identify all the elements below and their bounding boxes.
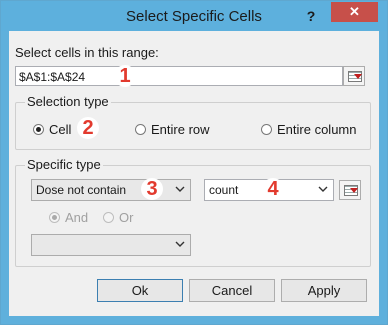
help-icon[interactable]: ? <box>303 7 319 25</box>
selection-type-title: Selection type <box>25 94 111 109</box>
radio-entire-row[interactable] <box>135 124 146 135</box>
radio-entire-column[interactable] <box>261 124 272 135</box>
specific-type-title: Specific type <box>25 157 103 172</box>
range-input[interactable]: $A$1:$A$24 <box>15 66 343 86</box>
step-badge-4: 4 <box>262 178 284 200</box>
chevron-down-icon <box>175 241 185 247</box>
radio-or-label: Or <box>119 210 134 225</box>
step-badge-3: 3 <box>141 178 163 200</box>
radio-entire-row-label[interactable]: Entire row <box>151 122 210 137</box>
condition1-value: Dose not contain <box>36 183 127 197</box>
range-ref-button[interactable] <box>343 66 365 86</box>
value1-ref-button[interactable] <box>339 180 361 200</box>
condition1-select[interactable]: Dose not contain <box>31 179 191 201</box>
step-badge-2: 2 <box>77 117 99 139</box>
title-bar[interactable]: Select Specific Cells ? ✕ <box>1 1 387 31</box>
radio-entire-column-label[interactable]: Entire column <box>277 122 356 137</box>
dialog-window: Select Specific Cells ? ✕ Select cells i… <box>0 0 388 325</box>
range-label: Select cells in this range: <box>15 45 159 60</box>
ok-button[interactable]: Ok <box>97 279 183 302</box>
radio-cell[interactable] <box>33 124 44 135</box>
chevron-down-icon <box>318 186 328 192</box>
close-icon: ✕ <box>349 4 360 19</box>
radio-cell-label[interactable]: Cell <box>49 122 71 137</box>
radio-and-label: And <box>65 210 89 225</box>
dialog-body: Select cells in this range: $A$1:$A$24 1… <box>9 31 379 316</box>
radio-or[interactable] <box>103 212 114 223</box>
radio-and[interactable] <box>49 212 60 223</box>
dialog-title: Select Specific Cells <box>126 8 262 25</box>
chevron-down-icon <box>175 186 185 192</box>
value1-text: count <box>209 183 239 197</box>
step-badge-1: 1 <box>114 65 136 87</box>
apply-button[interactable]: Apply <box>281 279 367 302</box>
close-button[interactable]: ✕ <box>331 2 378 22</box>
cancel-button[interactable]: Cancel <box>189 279 275 302</box>
condition2-select[interactable] <box>31 234 191 256</box>
